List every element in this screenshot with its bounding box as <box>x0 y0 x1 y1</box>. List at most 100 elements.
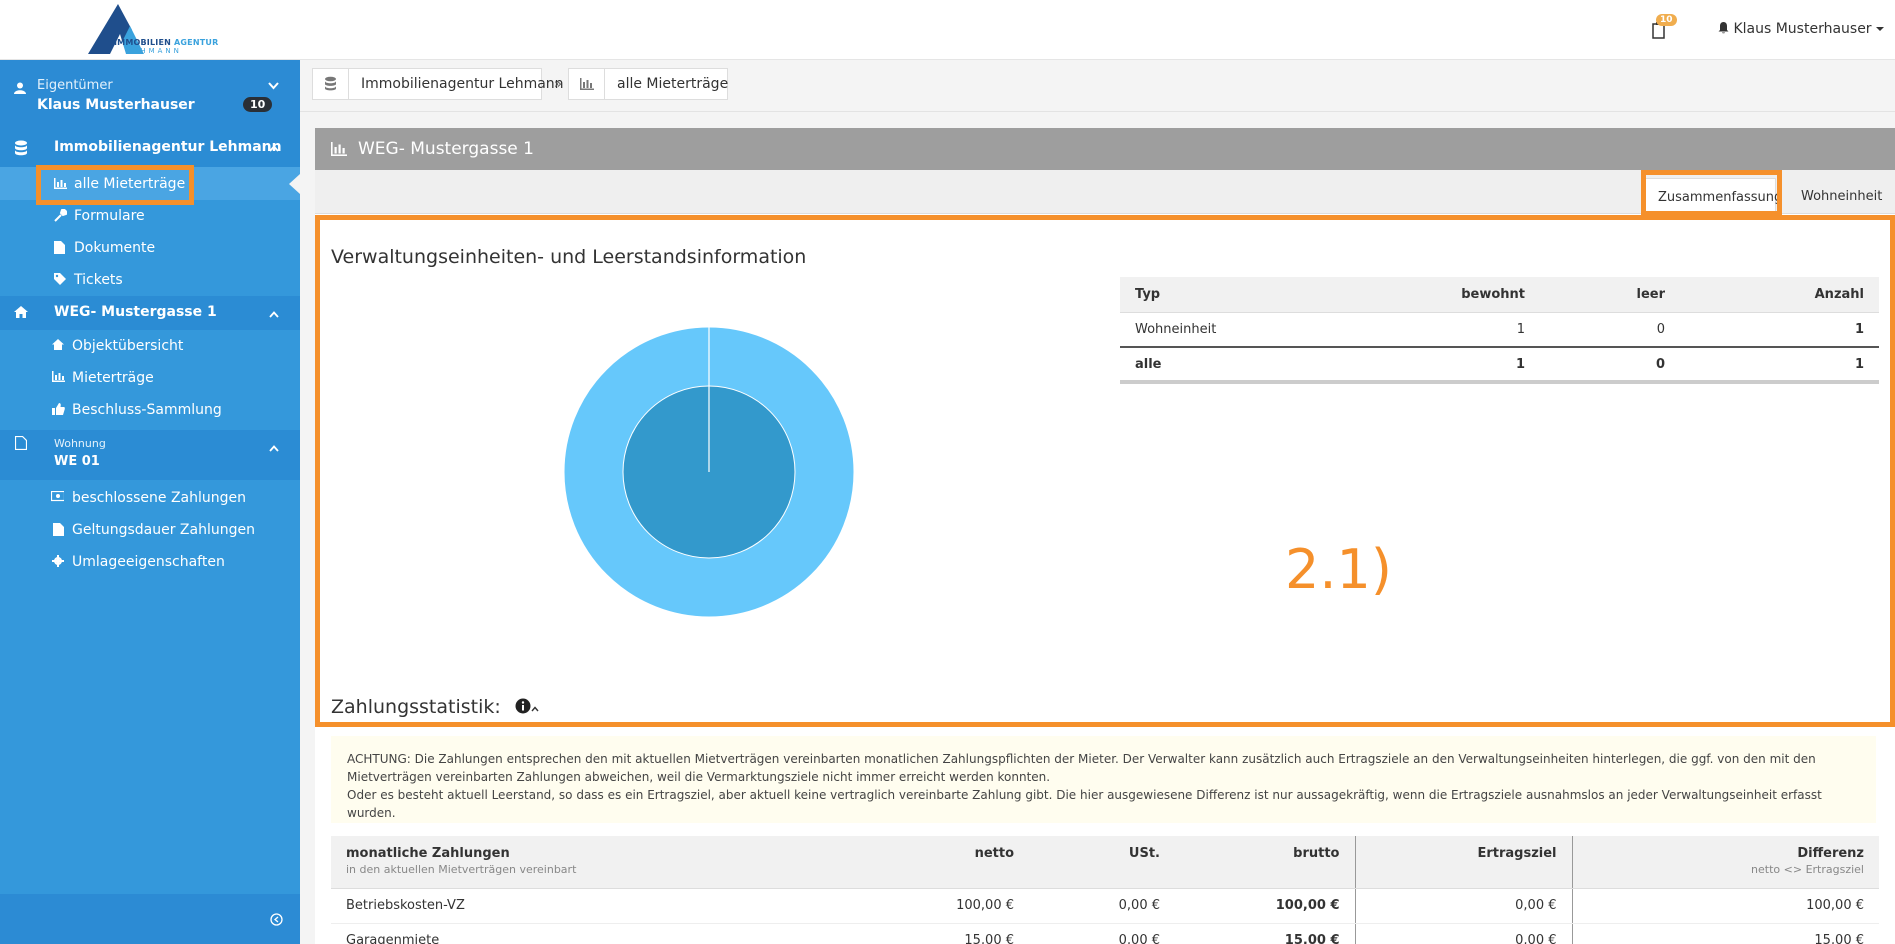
sidebar-section-property-label: WEG- Mustergasse 1 <box>54 304 217 320</box>
sidebar-item-label: beschlossene Zahlungen <box>72 490 247 506</box>
sidebar-item-geltungsdauer-zahlungen[interactable]: Geltungsdauer Zahlungen <box>0 514 300 546</box>
sidebar-item-dokumente[interactable]: Dokumente <box>0 232 300 264</box>
owner-badge: 10 <box>243 97 273 112</box>
document-icon <box>53 523 64 536</box>
table-cell: 100,00 € <box>1175 888 1355 924</box>
sidebar-item-objektuebersicht[interactable]: Objektübersicht <box>0 330 300 362</box>
highlight-box-tab <box>1641 170 1782 216</box>
logo-text: IMMOBILIEN AGENTUR <box>114 38 219 47</box>
sidebar-item-label: Geltungsdauer Zahlungen <box>72 522 255 538</box>
wrench-icon <box>54 209 67 222</box>
breadcrumb-item-alle-mietertraege[interactable]: alle Mieterträge <box>568 68 728 100</box>
sidebar-section-property[interactable]: WEG- Mustergasse 1 <box>0 296 300 330</box>
breadcrumb-item-agency[interactable]: Immobilienagentur Lehmann <box>312 68 564 100</box>
table-row: Betriebskosten-VZ 100,00 € 0,00 € 100,00… <box>331 888 1879 924</box>
gear-icon <box>52 555 64 567</box>
table-header-row: monatliche Zahlungen in den aktuellen Mie… <box>331 836 1879 889</box>
table-cell: 15,00 € <box>1571 923 1879 944</box>
home-icon <box>14 306 28 318</box>
panel-header: WEG- Mustergasse 1 <box>315 128 1895 170</box>
sidebar-item-label: Mieterträge <box>72 370 154 386</box>
table-cell: 0,00 € <box>1354 888 1572 924</box>
panel-title: WEG- Mustergasse 1 <box>358 139 534 159</box>
alert-text-1: ACHTUNG: Die Zahlungen entsprechen den m… <box>347 752 1816 784</box>
column-header-sub: in den aktuellen Mietverträgen vereinbar… <box>346 863 577 876</box>
breadcrumb-icon-wrap <box>569 69 605 99</box>
sidebar-item-beschluss-sammlung[interactable]: Beschluss-Sammlung <box>0 394 300 426</box>
sidebar-item-label: Umlageeigenschaften <box>72 554 225 570</box>
money-icon <box>51 491 64 502</box>
chevron-up-icon <box>269 311 279 318</box>
payments-table: monatliche Zahlungen in den aktuellen Mie… <box>331 836 1879 944</box>
owner-role: Eigentümer <box>37 78 113 93</box>
sidebar-item-tickets[interactable]: Tickets <box>0 264 300 296</box>
notification-count-badge: 10 <box>1656 14 1677 26</box>
breadcrumb-icon-wrap <box>313 69 349 99</box>
tab-label: Wohneinheit <box>1801 189 1883 204</box>
column-header: brutto <box>1175 836 1355 889</box>
tab-wohneinheit[interactable]: Wohneinheit <box>1788 178 1893 214</box>
sidebar-section-unit[interactable]: Wohnung WE 01 <box>0 430 300 480</box>
tags-icon <box>54 273 66 285</box>
column-header: Ertragsziel <box>1354 836 1572 889</box>
highlight-box-sidebar <box>36 165 194 205</box>
user-menu[interactable]: Klaus Musterhauser <box>1718 21 1884 37</box>
sidebar-item-label: Beschluss-Sammlung <box>72 402 222 418</box>
column-header: monatliche Zahlungen in den aktuellen Mie… <box>331 836 811 889</box>
sidebar-unit-type: Wohnung <box>54 437 106 450</box>
table-cell: Betriebskosten-VZ <box>331 888 811 924</box>
chevron-up-icon <box>269 445 279 452</box>
database-icon <box>15 140 27 156</box>
document-icon <box>54 241 65 254</box>
chevron-down-icon[interactable] <box>268 82 279 90</box>
home-icon <box>52 339 64 350</box>
sidebar-item-mietertraege[interactable]: Mieterträge <box>0 362 300 394</box>
user-icon <box>14 82 26 94</box>
table-cell: 100,00 € <box>1571 888 1879 924</box>
sidebar-item-label: Dokumente <box>74 240 156 256</box>
column-header: Differenz netto <> Ertragsziel <box>1571 836 1879 889</box>
file-icon <box>15 436 27 450</box>
breadcrumb: Immobilienagentur Lehmann » alle Mietert… <box>300 60 1895 112</box>
bell-icon <box>1718 22 1729 34</box>
sidebar-item-label: Tickets <box>74 272 123 288</box>
bar-chart-icon <box>52 371 65 382</box>
column-header-sub: netto <> Ertragsziel <box>1751 863 1864 876</box>
breadcrumb-label: Immobilienagentur Lehmann <box>361 76 564 92</box>
sidebar-footer <box>0 894 300 944</box>
sidebar-section-agency[interactable]: Immobilienagentur Lehmann <box>0 130 300 167</box>
collapse-sidebar-icon[interactable] <box>270 913 283 926</box>
owner-name: Klaus Musterhauser <box>37 97 195 113</box>
active-indicator <box>289 174 300 194</box>
sidebar-item-label: Formulare <box>74 208 145 224</box>
table-cell: 100,00 € <box>811 888 1029 924</box>
breadcrumb-label: alle Mieterträge <box>617 76 729 92</box>
table-cell: 0,00 € <box>1029 923 1175 944</box>
sidebar-item-label: Objektübersicht <box>72 338 184 354</box>
company-logo[interactable]: IMMOBILIEN AGENTUR LEHMANN <box>86 2 219 56</box>
owner-panel[interactable]: Eigentümer Klaus Musterhauser 10 <box>0 60 300 130</box>
column-header: USt. <box>1029 836 1175 889</box>
sidebar-item-beschlossene-zahlungen[interactable]: beschlossene Zahlungen <box>0 482 300 514</box>
logo-subtext: LEHMANN <box>126 47 182 55</box>
chevron-down-icon <box>1875 27 1884 31</box>
sidebar-section-agency-label: Immobilienagentur Lehmann <box>54 139 282 155</box>
column-header-label: monatliche Zahlungen <box>346 846 510 861</box>
top-bar: IMMOBILIEN AGENTUR LEHMANN 10 Klaus Must… <box>0 0 1895 60</box>
table-cell: Garagenmiete <box>331 923 811 944</box>
sidebar-item-umlageeigenschaften[interactable]: Umlageeigenschaften <box>0 546 300 578</box>
table-cell: 15,00 € <box>1175 923 1355 944</box>
highlight-box-summary <box>315 215 1895 727</box>
sidebar-unit-label: WE 01 <box>54 454 100 469</box>
payments-alert: ACHTUNG: Die Zahlungen entsprechen den m… <box>331 736 1876 823</box>
column-header-label: Differenz <box>1797 846 1864 861</box>
breadcrumb-separator: » <box>554 77 562 92</box>
user-name: Klaus Musterhauser <box>1733 21 1872 37</box>
table-cell: 0,00 € <box>1029 888 1175 924</box>
table-cell: 0,00 € <box>1354 923 1572 944</box>
alert-text-2: Oder es besteht aktuell Leerstand, so da… <box>347 788 1822 820</box>
bar-chart-icon <box>331 142 347 156</box>
database-icon <box>325 76 336 91</box>
bar-chart-icon <box>580 78 594 90</box>
table-cell: 15,00 € <box>811 923 1029 944</box>
